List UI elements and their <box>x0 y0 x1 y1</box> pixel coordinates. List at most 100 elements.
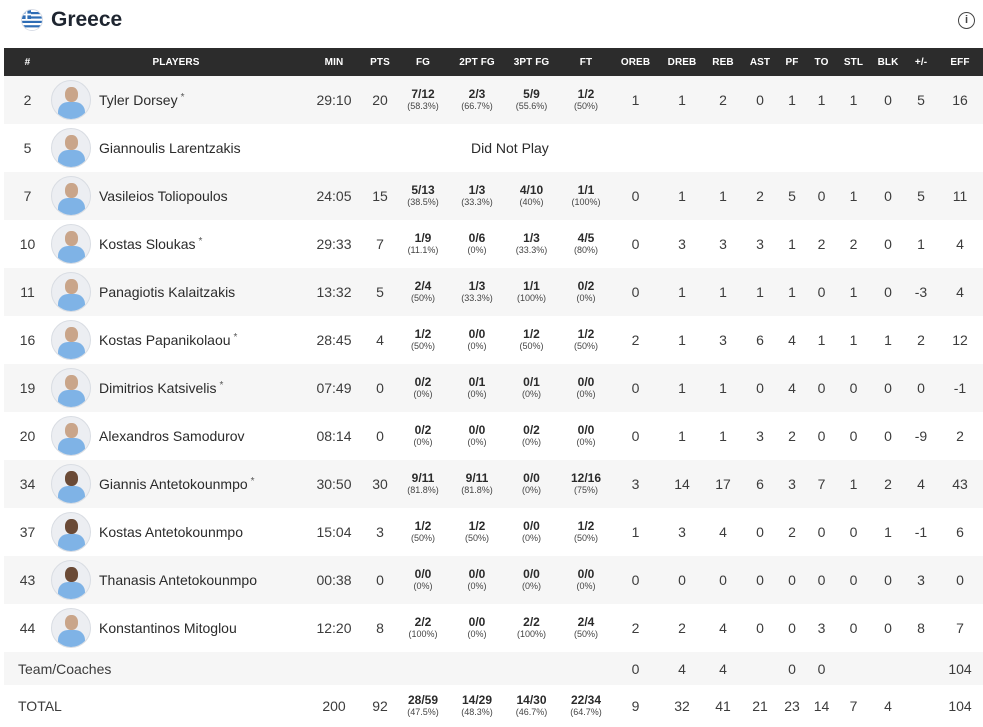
table-row[interactable]: 37 Kostas Antetokounmpo 15:04 3 1/2 (50%) 1/2(… <box>4 508 983 556</box>
player-avatar <box>51 608 91 648</box>
table-row[interactable]: 11 Panagiotis Kalaitzakis 13:32 5 2/4 (50%) 1/… <box>4 268 983 316</box>
column-header[interactable]: DREB <box>661 48 703 76</box>
team-coaches-row: Team/Coaches 0 4 4 0 0 104 <box>4 652 983 685</box>
total-label: TOTAL <box>18 698 62 714</box>
player-name[interactable]: Giannis Antetokounmpo * <box>99 476 255 492</box>
player-name[interactable]: Kostas Antetokounmpo <box>99 524 243 540</box>
fg2-percentage: (50%) <box>464 533 489 543</box>
column-header[interactable]: # <box>4 48 51 76</box>
info-icon[interactable]: i <box>958 12 975 29</box>
column-header[interactable]: STL <box>836 48 871 76</box>
table-row[interactable]: 19 Dimitrios Katsivelis * 07:49 0 0/2 (0%) 0/1(… <box>4 364 983 412</box>
table-row[interactable]: 44 Konstantinos Mitoglou 12:20 8 2/2 (100%) 0/… <box>4 604 983 652</box>
player-name[interactable]: Vasileios Toliopoulos <box>99 188 228 204</box>
fg-made-attempted: 1/9 <box>414 231 432 245</box>
player-cell[interactable]: Kostas Papanikolaou * <box>51 316 301 364</box>
table-row[interactable]: 34 Giannis Antetokounmpo * 30:50 30 9/11 (81.8… <box>4 460 983 508</box>
table-row[interactable]: 43 Thanasis Antetokounmpo 00:38 0 0/0 (0%) 0/0… <box>4 556 983 604</box>
column-header[interactable]: FT <box>562 48 610 76</box>
table-row[interactable]: 20 Alexandros Samodurov 08:14 0 0/2 (0%) 0/0 (0… <box>4 412 983 460</box>
stat-dreb: 2 <box>678 620 686 636</box>
column-header[interactable]: PF <box>777 48 807 76</box>
player-cell[interactable]: Kostas Sloukas * <box>51 220 301 268</box>
fg2-made-attempted: 0/1 <box>468 375 486 389</box>
fg-cell: 0/2 (0%) <box>393 364 453 412</box>
player-avatar <box>51 416 91 456</box>
jersey-number: 43 <box>19 572 36 588</box>
ft-cell: 12/16 (75%) <box>562 460 610 508</box>
fg-percentage: (50%) <box>410 533 435 543</box>
fg2-made-attempted: 1/3 <box>468 279 486 293</box>
table-row[interactable]: 7 Vasileios Toliopoulos 24:05 15 5/13 (38.5%)… <box>4 172 983 220</box>
player-cell[interactable]: Alexandros Samodurov <box>51 412 301 460</box>
fg-cell: 1/2 (50%) <box>393 508 453 556</box>
column-header[interactable]: +/- <box>905 48 937 76</box>
team-title: Greece <box>51 8 123 31</box>
ft-percentage: (0%) <box>576 437 596 447</box>
player-cell[interactable]: Panagiotis Kalaitzakis <box>51 268 301 316</box>
fg3-made-attempted: 1/3 <box>523 231 540 245</box>
player-name[interactable]: Thanasis Antetokounmpo <box>99 572 257 588</box>
player-cell[interactable]: Vasileios Toliopoulos <box>51 172 301 220</box>
player-cell[interactable]: Dimitrios Katsivelis * <box>51 364 301 412</box>
player-cell[interactable]: Konstantinos Mitoglou <box>51 604 301 652</box>
fg-made-attempted: 0/0 <box>414 567 432 581</box>
table-row[interactable]: 16 Kostas Papanikolaou * 28:45 4 1/2 (50%) 0/0(… <box>4 316 983 364</box>
stat-ast: 3 <box>756 428 764 444</box>
player-name[interactable]: Kostas Papanikolaou * <box>99 332 237 348</box>
fg2-cell: 0/0 (0%) <box>453 316 501 364</box>
player-name[interactable]: Alexandros Samodurov <box>99 428 245 444</box>
stat-oreb: 1 <box>631 92 640 108</box>
player-name[interactable]: Panagiotis Kalaitzakis <box>99 284 235 300</box>
column-header[interactable]: AST <box>743 48 777 76</box>
column-header[interactable]: BLK <box>871 48 905 76</box>
fg3-cell: 0/2 (0%) <box>501 412 562 460</box>
player-name[interactable]: Tyler Dorsey * <box>99 92 184 108</box>
column-header[interactable]: 2PT FG <box>453 48 501 76</box>
stat-stl: 0 <box>849 572 858 588</box>
fg3-made-attempted: 0/2 <box>523 423 540 437</box>
player-cell[interactable]: Thanasis Antetokounmpo <box>51 556 301 604</box>
column-header[interactable]: OREB <box>610 48 661 76</box>
column-header[interactable]: 3PT FG <box>501 48 562 76</box>
player-cell[interactable]: Kostas Antetokounmpo <box>51 508 301 556</box>
player-cell[interactable]: Giannoulis Larentzakis <box>51 124 301 172</box>
stat-ast: 0 <box>756 524 764 540</box>
column-header[interactable]: EFF <box>937 48 983 76</box>
jersey-number: 7 <box>23 188 32 204</box>
column-header[interactable]: PLAYERS <box>51 48 301 76</box>
stat-pf: 0 <box>788 620 796 636</box>
fg3-cell: 2/2 (100%) <box>501 604 562 652</box>
fg3-made-attempted: 0/0 <box>523 519 540 533</box>
column-header[interactable]: TO <box>807 48 836 76</box>
stat-reb: 4 <box>719 660 727 677</box>
column-header[interactable]: MIN <box>301 48 367 76</box>
player-name[interactable]: Kostas Sloukas * <box>99 236 202 252</box>
stat-reb: 3 <box>719 236 727 252</box>
stat-reb: 1 <box>719 428 727 444</box>
ft-made-attempted: 2/4 <box>577 615 595 629</box>
fg2-cell: 0/0 (0%) <box>453 556 501 604</box>
column-header[interactable]: FG <box>393 48 453 76</box>
stat-pm <box>905 652 937 685</box>
fg2-made-attempted: 1/2 <box>468 519 486 533</box>
fg2-percentage: (66.7%) <box>461 101 493 111</box>
jersey-number: 34 <box>19 476 36 492</box>
stat-dreb: 1 <box>678 332 686 348</box>
stat-pm: 4 <box>917 476 925 492</box>
stat-blk: 2 <box>884 476 892 492</box>
column-header[interactable]: PTS <box>367 48 393 76</box>
table-row[interactable]: 10 Kostas Sloukas * 29:33 7 1/9 (11.1%) 0/6 (0%)… <box>4 220 983 268</box>
player-name[interactable]: Giannoulis Larentzakis <box>99 140 241 156</box>
total-row: TOTAL 200 92 28/59 (47.5%) 14/29 (48.3%) 14/30(… <box>4 685 983 727</box>
player-name[interactable]: Konstantinos Mitoglou <box>99 620 237 636</box>
player-avatar <box>51 560 91 600</box>
table-row[interactable]: 5 Giannoulis Larentzakis Did Not Play <box>4 124 983 172</box>
player-cell[interactable]: Tyler Dorsey * <box>51 76 301 124</box>
player-cell[interactable]: Giannis Antetokounmpo * <box>51 460 301 508</box>
table-row[interactable]: 2 Tyler Dorsey * 29:10 20 7/12 (58.3%) 2/3 (66.7… <box>4 76 983 124</box>
ft-percentage: (80%) <box>573 245 598 255</box>
player-name[interactable]: Dimitrios Katsivelis * <box>99 380 223 396</box>
minutes: 00:38 <box>316 572 352 588</box>
column-header[interactable]: REB <box>703 48 743 76</box>
